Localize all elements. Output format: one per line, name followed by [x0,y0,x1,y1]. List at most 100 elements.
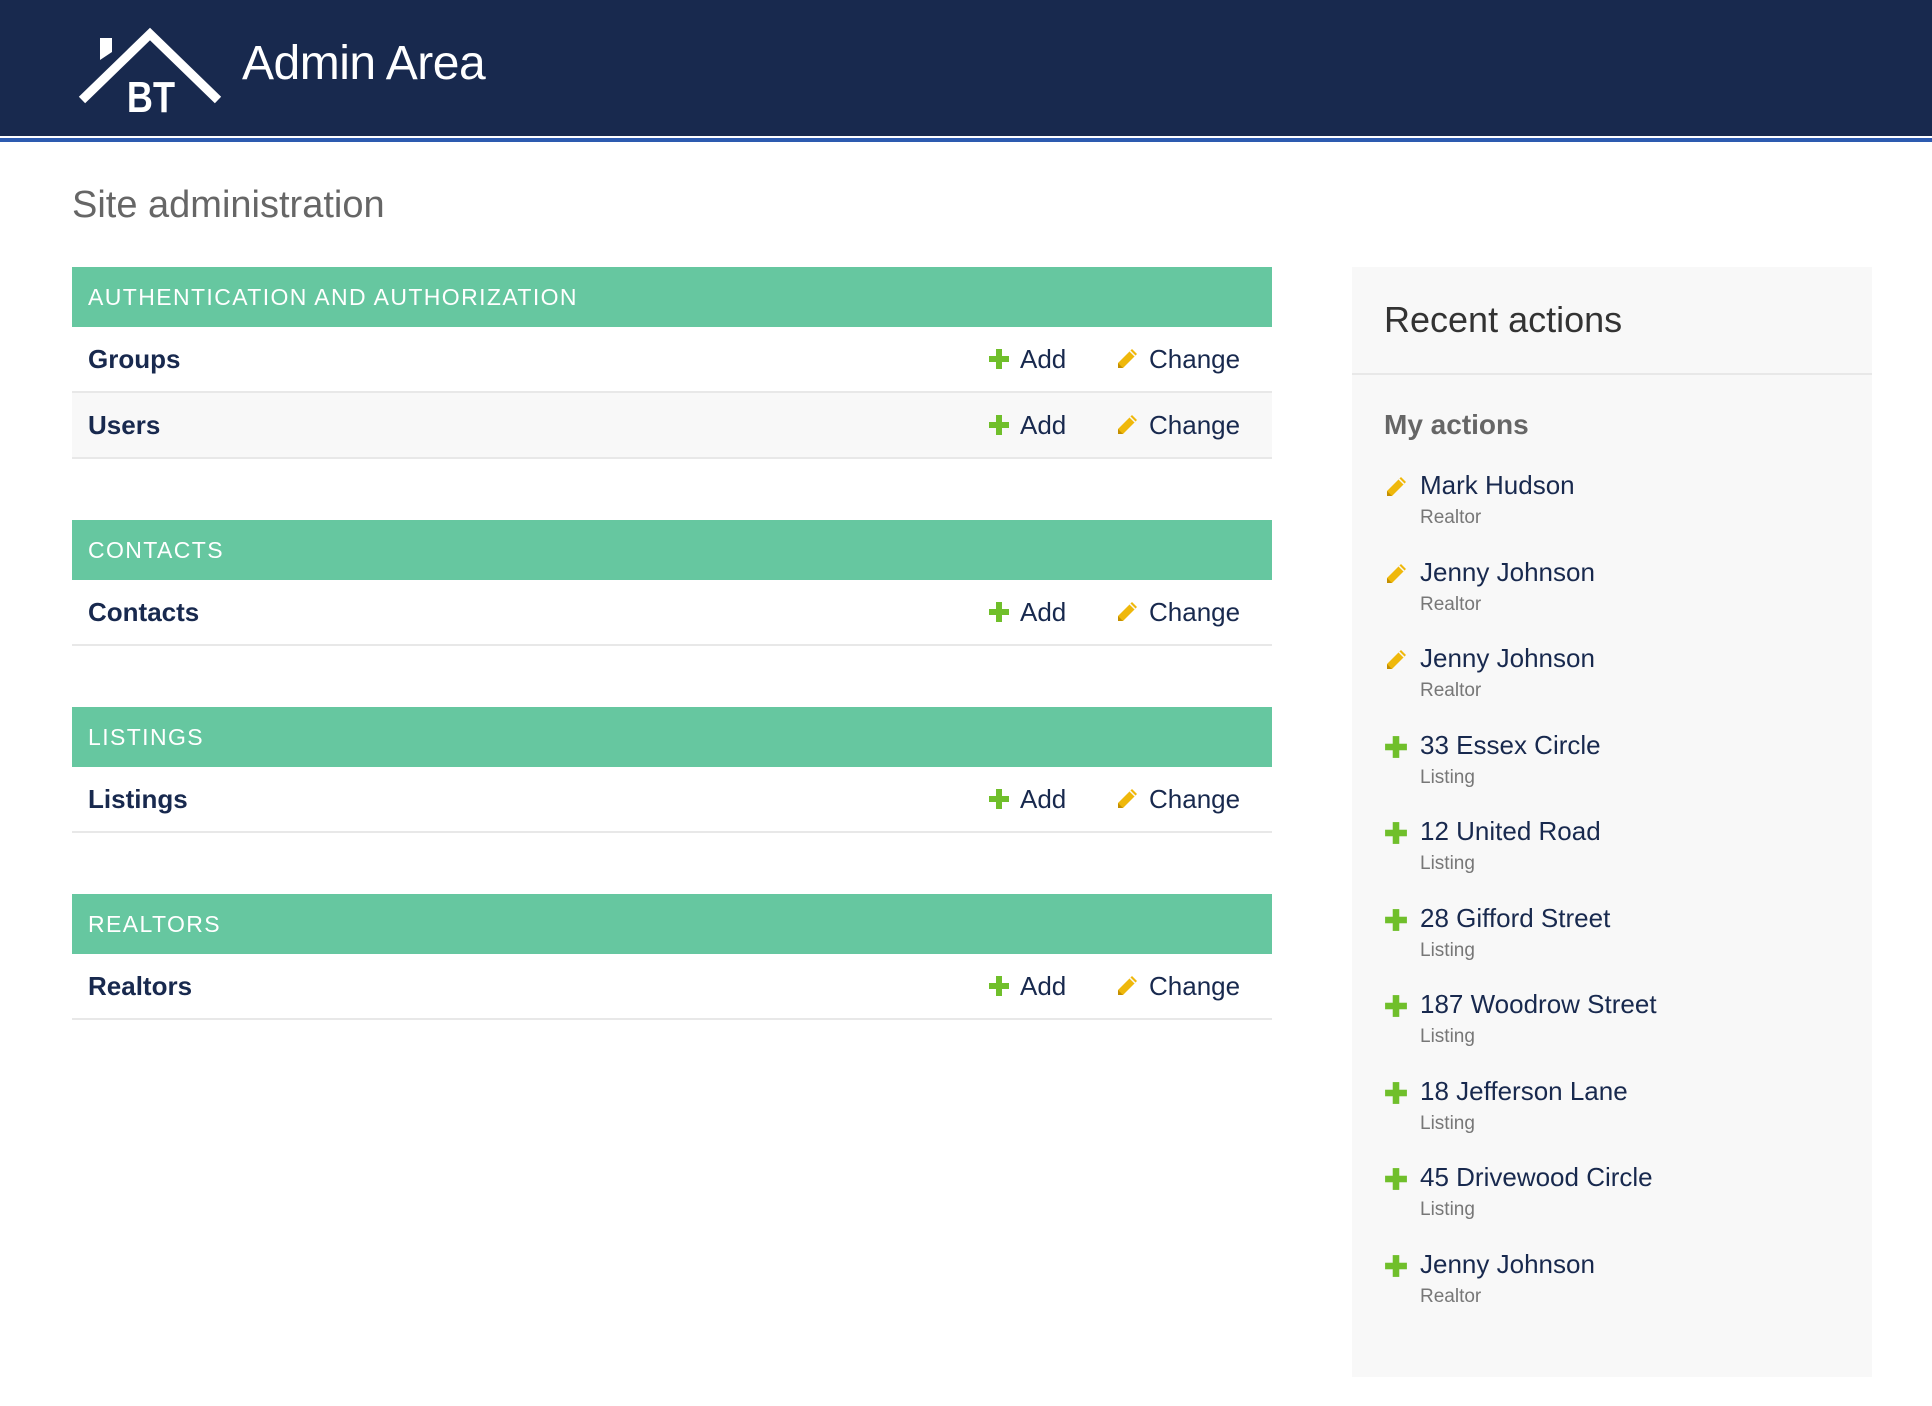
plus-icon [989,602,1009,622]
recent-action-type: Realtor [1420,593,1482,615]
module-auth: AUTHENTICATION AND AUTHORIZATION Groups … [72,267,1272,459]
add-label: Add [1020,597,1067,627]
recent-action-link[interactable]: 12 United Road [1420,813,1601,849]
recent-action-item: 187 Woodrow Street Listing [1384,986,1844,1073]
pencil-icon [1387,563,1406,583]
recent-action-type: Realtor [1420,1285,1482,1307]
recent-action-type: Listing [1420,1199,1475,1220]
change-groups-button[interactable]: Change [1115,327,1240,391]
recent-action-link[interactable]: 18 Jefferson Lane [1420,1073,1628,1109]
module-caption-realtors[interactable]: REALTORS [72,894,1272,954]
app-list: AUTHENTICATION AND AUTHORIZATION Groups … [72,267,1272,1081]
recent-action-link[interactable]: Jenny Johnson [1420,554,1595,590]
recent-action-link[interactable]: Jenny Johnson [1420,1246,1595,1282]
module-listings: LISTINGS Listings Add Change [72,707,1272,833]
recent-action-item: Jenny Johnson Realtor [1384,640,1844,727]
model-row-groups: Groups Add Change [72,327,1272,393]
pencil-icon [1118,976,1137,995]
add-users-button[interactable]: Add [988,393,1066,457]
recent-action-item: 45 Drivewood Circle Listing [1384,1159,1844,1246]
change-realtors-button[interactable]: Change [1115,954,1240,1018]
recent-action-item: 28 Gifford Street Listing [1384,900,1844,987]
plus-icon [1385,735,1407,758]
brand-title[interactable]: Admin Area [242,32,486,96]
model-row-listings: Listings Add Change [72,767,1272,833]
change-users-button[interactable]: Change [1115,393,1240,457]
recent-actions-panel: Recent actions My actions Mark Hudson Re… [1352,267,1872,1377]
recent-action-item: Jenny Johnson Realtor [1384,554,1844,641]
model-link-listings[interactable]: Listings [88,767,188,831]
module-realtors: REALTORS Realtors Add Change [72,894,1272,1020]
plus-icon [1385,822,1407,844]
recent-action-item: Mark Hudson Realtor [1384,467,1844,554]
change-label: Change [1149,344,1241,374]
add-label: Add [1020,784,1067,814]
change-label: Change [1149,410,1241,440]
recent-action-link[interactable]: 45 Drivewood Circle [1420,1159,1653,1195]
recent-action-link[interactable]: 33 Essex Circle [1420,727,1601,763]
site-header: BT Admin Area [0,0,1932,136]
plus-icon [989,349,1009,369]
plus-icon [1385,908,1407,931]
change-contacts-button[interactable]: Change [1115,580,1240,644]
change-listings-button[interactable]: Change [1115,767,1240,831]
plus-icon [1385,995,1407,1017]
recent-action-type: Listing [1420,766,1475,788]
add-realtors-button[interactable]: Add [988,954,1066,1018]
recent-action-type: Realtor [1420,680,1482,701]
add-contacts-button[interactable]: Add [988,580,1066,644]
recent-action-type: Listing [1420,1026,1475,1047]
add-groups-button[interactable]: Add [988,327,1066,391]
logo-letters: BT [127,73,175,118]
module-caption-listings[interactable]: LISTINGS [72,707,1272,767]
plus-icon [1385,1081,1407,1104]
model-link-users[interactable]: Users [88,393,160,457]
add-label: Add [1020,344,1067,374]
recent-action-link[interactable]: Jenny Johnson [1420,640,1595,676]
add-label: Add [1020,971,1067,1001]
model-link-contacts[interactable]: Contacts [88,580,199,644]
pencil-icon [1118,602,1137,621]
recent-action-item: Jenny Johnson Realtor [1384,1246,1844,1333]
recent-actions-title: Recent actions [1384,299,1623,340]
recent-action-link[interactable]: Mark Hudson [1420,467,1575,503]
module-caption-contacts[interactable]: CONTACTS [72,520,1272,580]
pencil-icon [1387,477,1406,496]
bt-house-logo[interactable]: BT [78,26,224,118]
recent-action-link[interactable]: 28 Gifford Street [1420,900,1610,936]
add-listings-button[interactable]: Add [988,767,1066,831]
model-row-users: Users Add Change [72,393,1272,459]
pencil-icon [1118,349,1137,368]
divider [1352,373,1872,375]
module-contacts: CONTACTS Contacts Add Change [72,520,1272,646]
model-link-realtors[interactable]: Realtors [88,954,192,1018]
model-link-groups[interactable]: Groups [88,327,180,391]
change-label: Change [1149,784,1241,814]
recent-actions-list: Mark Hudson Realtor Jenny Johnson Realto… [1384,467,1844,1332]
model-row-contacts: Contacts Add Change [72,580,1272,646]
recent-action-type: Listing [1420,939,1475,961]
recent-action-type: Realtor [1420,507,1482,528]
pencil-icon [1118,415,1137,434]
plus-icon [1385,1168,1407,1190]
add-label: Add [1020,410,1067,440]
model-row-realtors: Realtors Add Change [72,954,1272,1020]
plus-icon [989,789,1009,809]
plus-icon [989,976,1009,996]
recent-action-type: Listing [1420,1112,1475,1134]
recent-action-item: 33 Essex Circle Listing [1384,727,1844,814]
pencil-icon [1118,789,1137,808]
recent-action-type: Listing [1420,853,1475,874]
header-rule [0,138,1932,142]
plus-icon [989,415,1009,435]
recent-action-item: 12 United Road Listing [1384,813,1844,900]
page-title: Site administration [72,184,385,226]
pencil-icon [1387,650,1406,669]
recent-action-item: 18 Jefferson Lane Listing [1384,1073,1844,1160]
module-caption-auth[interactable]: AUTHENTICATION AND AUTHORIZATION [72,267,1272,327]
my-actions-subtitle: My actions [1384,409,1529,440]
change-label: Change [1149,597,1241,627]
change-label: Change [1149,971,1241,1001]
recent-action-link[interactable]: 187 Woodrow Street [1420,986,1657,1022]
plus-icon [1385,1254,1407,1277]
